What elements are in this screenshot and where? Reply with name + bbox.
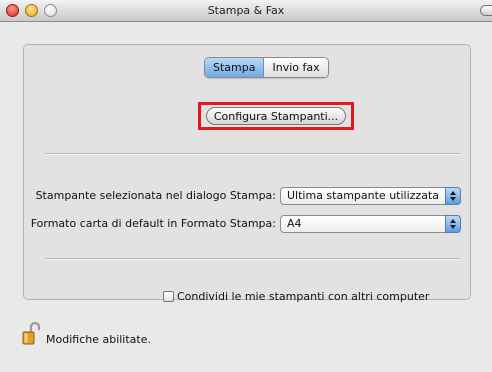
share-printers-label[interactable]: Condividi le mie stampanti con altri com… [177, 290, 429, 303]
lock-status-label: Modifiche abilitate. [46, 333, 151, 346]
tab-invio-fax[interactable]: Invio fax [264, 58, 328, 77]
lock-icon[interactable] [22, 321, 41, 346]
tab-panel: Stampa Invio fax Configura Stampanti... … [23, 44, 471, 303]
toolbar-toggle-button[interactable] [480, 5, 492, 16]
popup-arrows-icon [445, 215, 461, 233]
paper-format-value: A4 [287, 217, 302, 230]
window-titlebar[interactable]: Stampa & Fax [0, 0, 492, 22]
divider-bottom [46, 258, 460, 259]
configure-printers-button[interactable]: Configura Stampanti... [206, 107, 346, 125]
selected-printer-value: Ultima stampante utilizzata [287, 189, 439, 202]
paper-format-label: Formato carta di default in Formato Stam… [30, 217, 276, 230]
popup-arrows-icon [445, 187, 461, 205]
preferences-content: Stampa Invio fax Configura Stampanti... … [0, 22, 492, 372]
tab-bar: Stampa Invio fax [204, 57, 329, 78]
selected-printer-popup[interactable]: Ultima stampante utilizzata [280, 187, 461, 205]
share-printers-checkbox[interactable] [163, 291, 174, 302]
paper-format-popup[interactable]: A4 [280, 215, 461, 233]
tab-stampa[interactable]: Stampa [205, 58, 265, 77]
window-title: Stampa & Fax [207, 4, 285, 17]
selected-printer-label: Stampante selezionata nel dialogo Stampa… [35, 189, 276, 202]
divider-top [46, 153, 460, 154]
